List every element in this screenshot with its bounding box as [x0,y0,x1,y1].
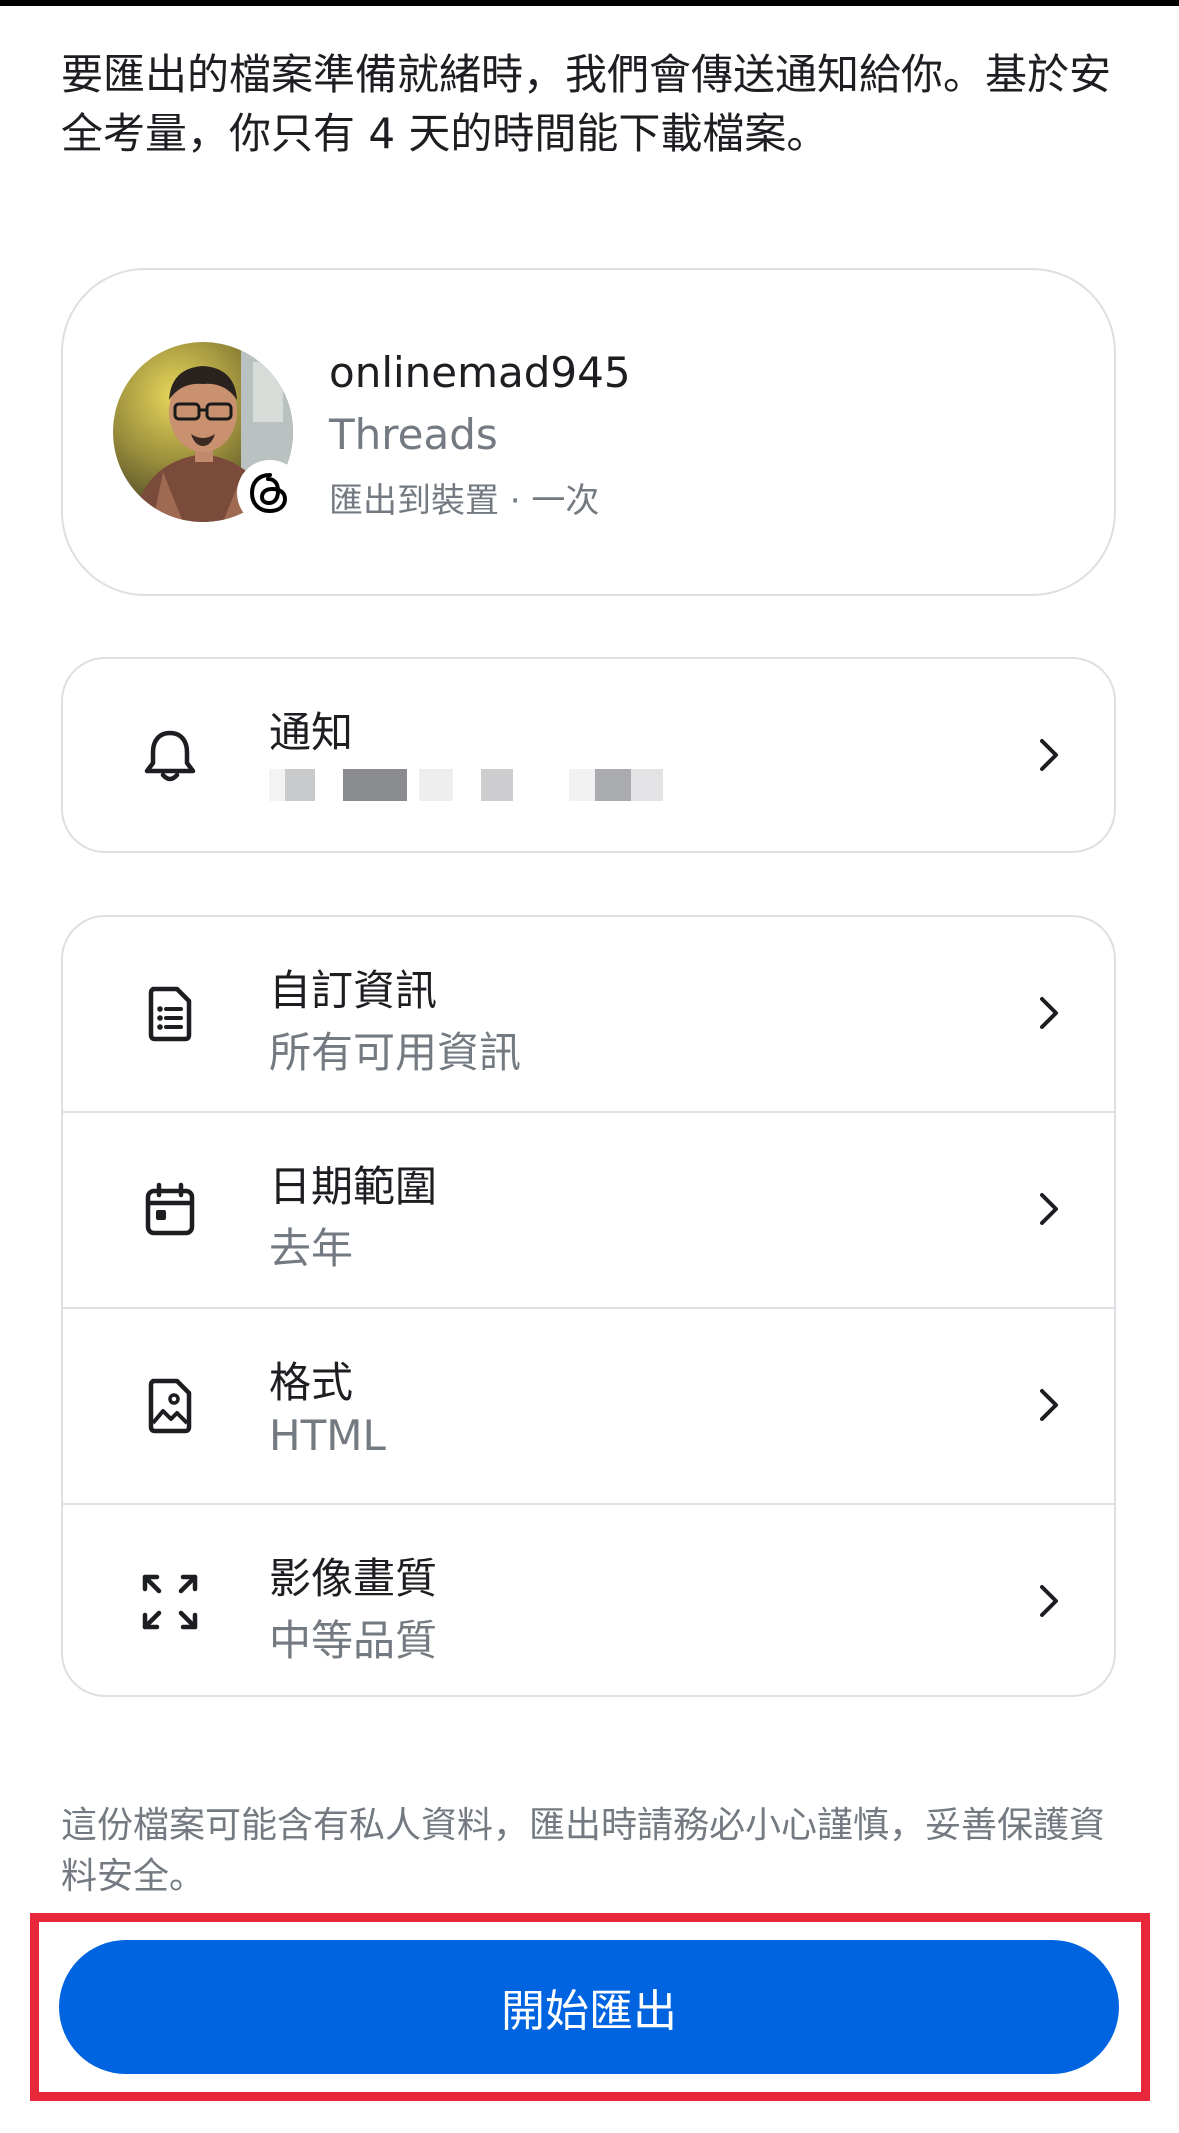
chevron-right-icon [1040,1585,1058,1617]
setting-value: 去年 [269,1224,354,1273]
setting-title: 日期範圍 [269,1162,438,1211]
notification-title: 通知 [269,708,354,757]
privacy-disclaimer: 這份檔案可能含有私人資料，匯出時請務必小心謹慎，妥善保護資料安全。 [61,1805,1106,1897]
setting-value: HTML [269,1411,386,1460]
chevron-right-icon [1040,739,1058,771]
chevron-right-icon [1040,1389,1058,1421]
account-card[interactable]: onlinemad945 Threads 匯出到裝置 · 一次 [61,268,1116,596]
start-export-button[interactable]: 開始匯出 [59,1940,1119,2074]
document-list-icon [148,986,192,1042]
expand-arrows-icon [142,1574,198,1630]
setting-row-custom-info[interactable]: 自訂資訊 所有可用資訊 [63,917,1114,1111]
setting-title: 影像畫質 [269,1554,438,1603]
setting-row-image-quality[interactable]: 影像畫質 中等品質 [63,1505,1114,1695]
calendar-icon [145,1182,195,1236]
export-settings-card: 自訂資訊 所有可用資訊 日期範圍 去年 格式 HTML 影像畫質 中等品質 [61,915,1116,1697]
setting-value: 中等品質 [269,1616,438,1665]
setting-row-format[interactable]: 格式 HTML [63,1309,1114,1503]
chevron-right-icon [1040,997,1058,1029]
setting-row-date-range[interactable]: 日期範圍 去年 [63,1113,1114,1307]
account-username: onlinemad945 [329,348,631,397]
intro-text: 要匯出的檔案準備就緒時，我們會傳送通知給你。基於安全考量，你只有 4 天的時間能… [61,50,1112,158]
chevron-right-icon [1040,1193,1058,1225]
top-edge-bar [0,0,1179,6]
account-app-name: Threads [329,410,498,459]
setting-title: 自訂資訊 [269,966,438,1015]
threads-icon [237,460,303,526]
export-destination: 匯出到裝置 · 一次 [329,481,600,521]
redacted-notification-value [269,769,789,805]
file-image-icon [148,1378,192,1434]
notification-row[interactable]: 通知 [63,659,1114,853]
notification-card[interactable]: 通知 [61,657,1116,853]
setting-title: 格式 [269,1358,354,1407]
setting-value: 所有可用資訊 [269,1028,522,1077]
bell-icon [144,730,196,782]
